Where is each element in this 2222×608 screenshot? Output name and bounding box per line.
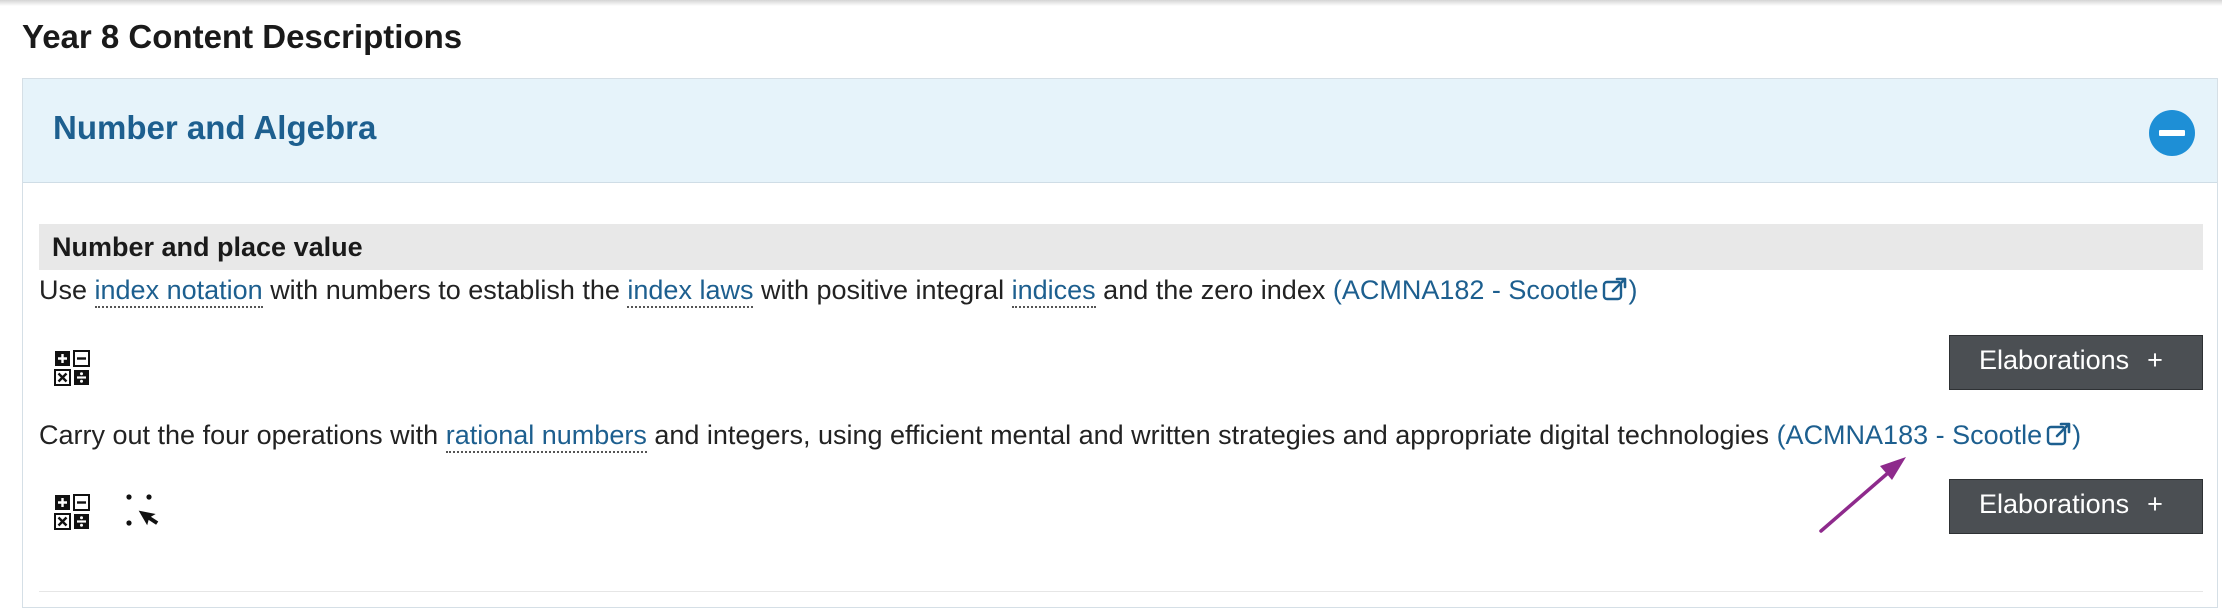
annotation-arrow-shaft (1819, 464, 1898, 533)
annotation-arrow (1819, 457, 1906, 533)
